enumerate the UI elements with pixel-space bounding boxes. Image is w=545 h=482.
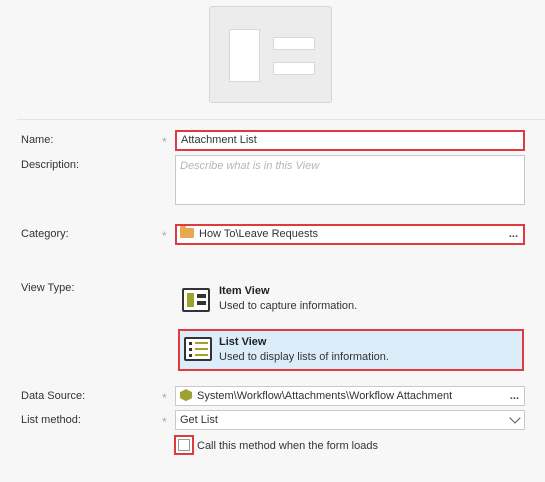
category-value: How To\Leave Requests xyxy=(199,228,319,240)
data-source-picker[interactable]: System\Workflow\Attachments\Workflow Att… xyxy=(175,386,525,406)
item-view-icon xyxy=(182,288,210,312)
thumbnail-bar-top xyxy=(273,37,315,50)
list-method-select[interactable]: Get List xyxy=(175,410,525,430)
description-label: Description: xyxy=(21,159,80,171)
load-method-checkbox[interactable] xyxy=(174,435,194,455)
thumbnail-panel-left xyxy=(229,29,260,82)
data-source-label: Data Source: xyxy=(21,390,86,402)
chevron-down-icon[interactable] xyxy=(509,412,521,424)
list-view-option[interactable]: List View Used to display lists of infor… xyxy=(178,329,524,371)
list-view-icon xyxy=(184,337,212,361)
load-method-label: Call this method when the form loads xyxy=(197,440,378,452)
description-placeholder: Describe what is in this View xyxy=(180,160,320,172)
item-view-title: Item View xyxy=(219,285,270,297)
thumbnail-bar-bottom xyxy=(273,62,315,75)
required-marker: * xyxy=(162,391,167,405)
required-marker: * xyxy=(162,229,167,243)
description-textarea[interactable]: Describe what is in this View xyxy=(175,155,525,205)
list-method-label: List method: xyxy=(21,414,81,426)
list-view-description: Used to display lists of information. xyxy=(219,351,389,363)
name-input[interactable]: Attachment List xyxy=(175,130,525,151)
view-thumbnail-icon xyxy=(209,6,332,103)
item-view-option[interactable]: Item View Used to capture information. xyxy=(178,280,524,320)
required-marker: * xyxy=(162,415,167,429)
folder-icon xyxy=(180,226,194,239)
data-source-browse-button[interactable]: ... xyxy=(510,387,519,405)
required-marker: * xyxy=(162,135,167,149)
category-browse-button[interactable]: ... xyxy=(509,226,518,243)
divider xyxy=(17,119,545,120)
checkbox-box xyxy=(178,439,190,451)
list-view-title: List View xyxy=(219,336,267,348)
view-type-label: View Type: xyxy=(21,282,75,294)
category-picker[interactable]: How To\Leave Requests ... xyxy=(175,224,525,245)
list-method-value: Get List xyxy=(180,414,218,426)
smartobject-cube-icon xyxy=(180,389,192,402)
item-view-description: Used to capture information. xyxy=(219,300,358,312)
name-label: Name: xyxy=(21,134,54,146)
data-source-value: System\Workflow\Attachments\Workflow Att… xyxy=(197,390,453,402)
category-label: Category: xyxy=(21,228,69,240)
